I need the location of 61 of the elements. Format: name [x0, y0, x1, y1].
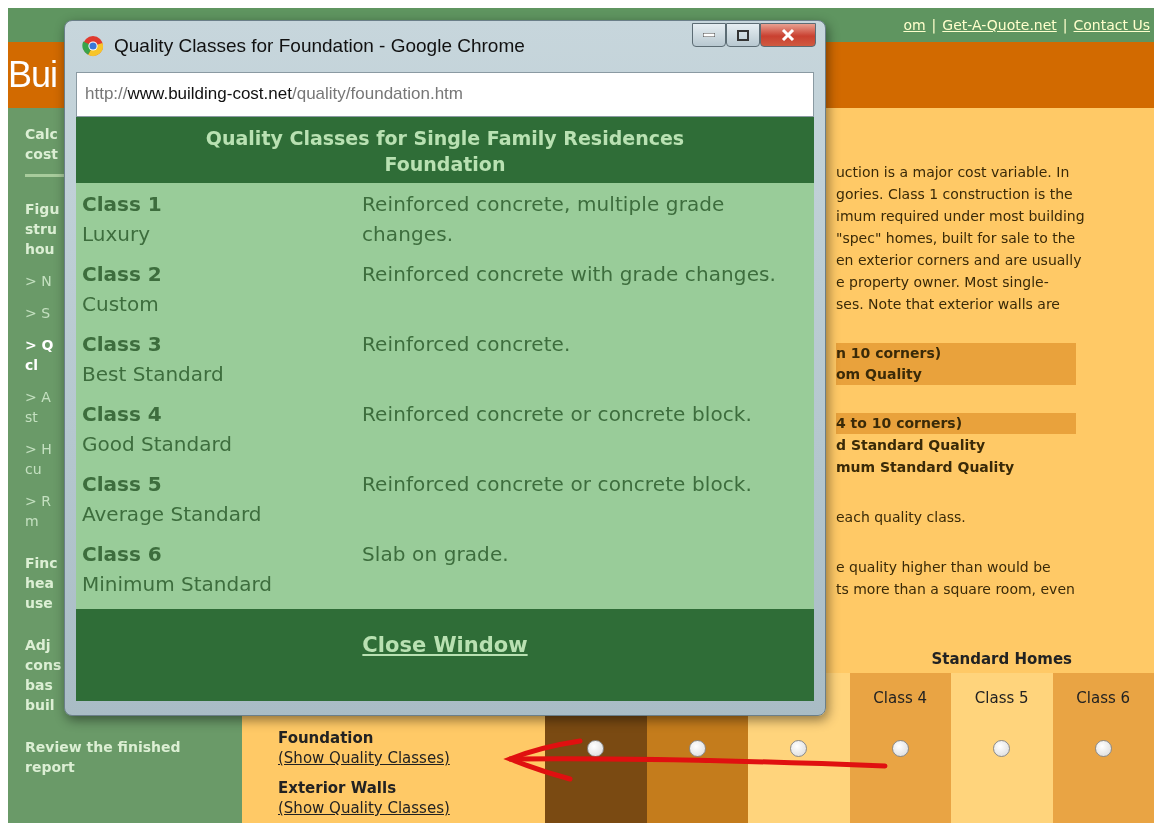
url-text: http://www.building-cost.net/quality/foundation.htm [85, 84, 463, 105]
link-separator: | [931, 17, 937, 33]
column-header: Class 5 [974, 689, 1029, 707]
show-classes-link[interactable]: (Show Quality Classes) [278, 798, 545, 818]
text-line: e property owner. Most single- [836, 273, 1050, 292]
class-name: Class 6 [82, 540, 163, 568]
text-line: ts more than a square room, even [836, 580, 1075, 599]
nav-link[interactable]: om [903, 17, 926, 33]
class-name: Class 3 [82, 330, 163, 358]
column-header: Class 4 [873, 689, 928, 707]
browser-logo-icon [82, 35, 104, 58]
window-title: Quality Classes for Foundation - Google Chrome [114, 35, 526, 58]
class-description: Reinforced concrete, multiple grade changes. [362, 190, 726, 248]
minimize-button[interactable] [692, 23, 726, 47]
class-description: Reinforced concrete or concrete block. [362, 400, 753, 428]
class-name: Class 2 [82, 260, 163, 288]
class-description: Reinforced concrete. [362, 330, 572, 358]
class-description: Reinforced concrete with grade changes. [362, 260, 778, 288]
nav-link[interactable]: Contact Us [1073, 17, 1150, 33]
text-line: om Quality [836, 365, 923, 384]
link-separator: | [1062, 17, 1068, 33]
class-name: Class 5 [82, 470, 163, 498]
sidebar-section-link[interactable]: Review the finished report [25, 737, 242, 777]
maximize-icon [737, 29, 749, 41]
text-line: n 10 corners) [836, 344, 943, 363]
text-line: mum Standard Quality [836, 458, 1015, 477]
popup-heading: Foundation [384, 151, 506, 177]
column-header: Class 6 [1076, 689, 1131, 707]
text-line: e quality higher than would be [836, 558, 1052, 577]
address-field[interactable]: http://www.building-cost.net/quality/foundation.htm [76, 71, 814, 117]
row-label: Exterior Walls [278, 778, 398, 798]
row-label: Foundation [278, 728, 375, 748]
nav-link[interactable]: Get-A-Quote.net [942, 17, 1057, 33]
text-line: each quality class. [836, 508, 966, 527]
minimize-icon [703, 33, 715, 37]
class-description: Reinforced concrete or concrete block. [362, 470, 753, 498]
close-window-link[interactable]: Close Window [362, 632, 528, 657]
close-icon [781, 29, 795, 41]
class-grade: Custom [82, 290, 160, 318]
class-grade: Average Standard [82, 500, 263, 528]
maximize-button[interactable] [726, 23, 760, 47]
class-grade: Minimum Standard [82, 570, 274, 598]
column-group-heading: Standard Homes [931, 650, 1073, 668]
site-title: Bui [8, 54, 58, 96]
show-classes-link[interactable]: (Show Quality Classes) [278, 748, 545, 768]
text-line: uction is a major cost variable. In [836, 163, 1071, 182]
text-line: 4 to 10 corners) [836, 414, 964, 433]
text-line: d Standard Quality [836, 436, 987, 455]
text-line: en exterior corners and are usually [836, 251, 1083, 270]
class-name: Class 1 [82, 190, 163, 218]
text-line: imum required under most building [836, 207, 1085, 226]
class-grade: Best Standard [82, 360, 225, 388]
text-line: ses. Note that exterior walls are [836, 295, 1061, 314]
class-grade: Luxury [82, 220, 152, 248]
popup-heading: Quality Classes for Single Family Residences [205, 125, 685, 151]
text-line: gories. Class 1 construction is the [836, 185, 1074, 204]
class-grade: Good Standard [82, 430, 233, 458]
close-button[interactable] [760, 23, 816, 47]
text-line: "spec" homes, built for sale to the [836, 229, 1077, 248]
class-name: Class 4 [82, 400, 163, 428]
class-description: Slab on grade. [362, 540, 510, 568]
